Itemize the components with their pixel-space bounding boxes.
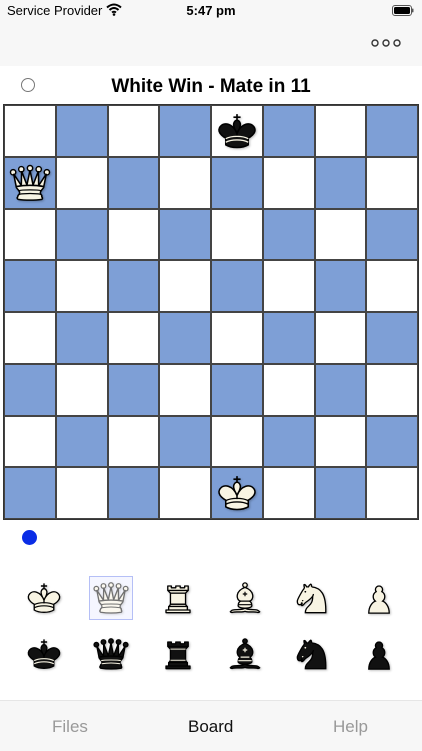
square-f1[interactable] <box>262 467 315 519</box>
square-d1[interactable] <box>159 467 211 519</box>
square-b8[interactable] <box>55 105 108 157</box>
square-d4[interactable] <box>159 312 211 364</box>
square-b4[interactable] <box>55 312 108 364</box>
palette-black-pawn-icon[interactable] <box>357 632 401 676</box>
square-h7[interactable] <box>366 156 418 209</box>
palette-black-king-icon[interactable] <box>22 632 66 676</box>
palette-white-king-icon[interactable] <box>22 576 66 620</box>
square-d8[interactable] <box>159 105 211 157</box>
square-g1[interactable] <box>314 467 367 519</box>
tab-files[interactable]: Files <box>52 717 88 737</box>
palette-black-knight-icon[interactable] <box>290 632 334 676</box>
square-c6[interactable] <box>107 208 160 261</box>
square-c5[interactable] <box>107 260 160 312</box>
square-g5[interactable] <box>314 260 367 312</box>
palette-white-bishop-icon[interactable] <box>223 576 267 620</box>
square-h3[interactable] <box>366 363 418 416</box>
square-b6[interactable] <box>55 208 108 261</box>
square-c3[interactable] <box>107 363 160 416</box>
turn-indicator-bottom[interactable] <box>22 530 37 545</box>
square-f5[interactable] <box>262 260 315 312</box>
palette-black-rook-icon[interactable] <box>156 632 200 676</box>
chess-board[interactable] <box>3 104 419 520</box>
white-king-icon[interactable] <box>214 470 260 516</box>
square-e4[interactable] <box>211 312 263 364</box>
square-h2[interactable] <box>366 415 418 468</box>
square-a8[interactable] <box>4 105 56 157</box>
square-c2[interactable] <box>107 415 160 468</box>
square-b5[interactable] <box>55 260 108 312</box>
square-b2[interactable] <box>55 415 108 468</box>
square-d7[interactable] <box>159 156 211 209</box>
square-a7[interactable] <box>4 156 56 209</box>
white-queen-icon[interactable] <box>7 160 53 206</box>
square-e3[interactable] <box>211 363 263 416</box>
square-d2[interactable] <box>159 415 211 468</box>
palette-white-rook-icon[interactable] <box>156 576 200 620</box>
square-e1[interactable] <box>211 467 263 519</box>
square-e6[interactable] <box>211 208 263 261</box>
square-a5[interactable] <box>4 260 56 312</box>
status-time: 5:47 pm <box>186 3 236 18</box>
square-b3[interactable] <box>55 363 108 416</box>
black-king-icon[interactable] <box>214 108 260 154</box>
navigation-bar <box>0 22 422 66</box>
palette-black-queen-icon[interactable] <box>89 632 133 676</box>
square-f2[interactable] <box>262 415 315 468</box>
square-a6[interactable] <box>4 208 56 261</box>
square-g7[interactable] <box>314 156 367 209</box>
square-f8[interactable] <box>262 105 315 157</box>
square-f6[interactable] <box>262 208 315 261</box>
square-c4[interactable] <box>107 312 160 364</box>
piece-palette <box>0 574 422 684</box>
turn-indicator-top[interactable] <box>21 78 35 92</box>
square-c7[interactable] <box>107 156 160 209</box>
square-h1[interactable] <box>366 467 418 519</box>
square-g8[interactable] <box>314 105 367 157</box>
palette-white-pawn-icon[interactable] <box>357 576 401 620</box>
puzzle-title: White Win - Mate in 11 <box>111 76 311 97</box>
square-d3[interactable] <box>159 363 211 416</box>
square-e5[interactable] <box>211 260 263 312</box>
square-h6[interactable] <box>366 208 418 261</box>
square-g3[interactable] <box>314 363 367 416</box>
square-d5[interactable] <box>159 260 211 312</box>
square-a4[interactable] <box>4 312 56 364</box>
square-h8[interactable] <box>366 105 418 157</box>
square-h4[interactable] <box>366 312 418 364</box>
square-e8[interactable] <box>211 105 263 157</box>
tab-help[interactable]: Help <box>333 717 368 737</box>
square-g2[interactable] <box>314 415 367 468</box>
status-bar: Service Provider 5:47 pm <box>0 0 422 22</box>
palette-white-knight-icon[interactable] <box>290 576 334 620</box>
square-d6[interactable] <box>159 208 211 261</box>
square-e2[interactable] <box>211 415 263 468</box>
square-c1[interactable] <box>107 467 160 519</box>
square-b1[interactable] <box>55 467 108 519</box>
square-h5[interactable] <box>366 260 418 312</box>
palette-white-queen-icon[interactable] <box>89 576 133 620</box>
square-e7[interactable] <box>211 156 263 209</box>
tab-board[interactable]: Board <box>188 717 233 737</box>
square-g6[interactable] <box>314 208 367 261</box>
square-f4[interactable] <box>262 312 315 364</box>
battery-icon <box>392 5 414 16</box>
square-a2[interactable] <box>4 415 56 468</box>
ellipsis-icon <box>371 39 401 47</box>
square-f3[interactable] <box>262 363 315 416</box>
square-b7[interactable] <box>55 156 108 209</box>
square-c8[interactable] <box>107 105 160 157</box>
square-g4[interactable] <box>314 312 367 364</box>
square-f7[interactable] <box>262 156 315 209</box>
palette-black-bishop-icon[interactable] <box>223 632 267 676</box>
square-a1[interactable] <box>4 467 56 519</box>
more-options-button[interactable] <box>368 31 404 55</box>
square-a3[interactable] <box>4 363 56 416</box>
